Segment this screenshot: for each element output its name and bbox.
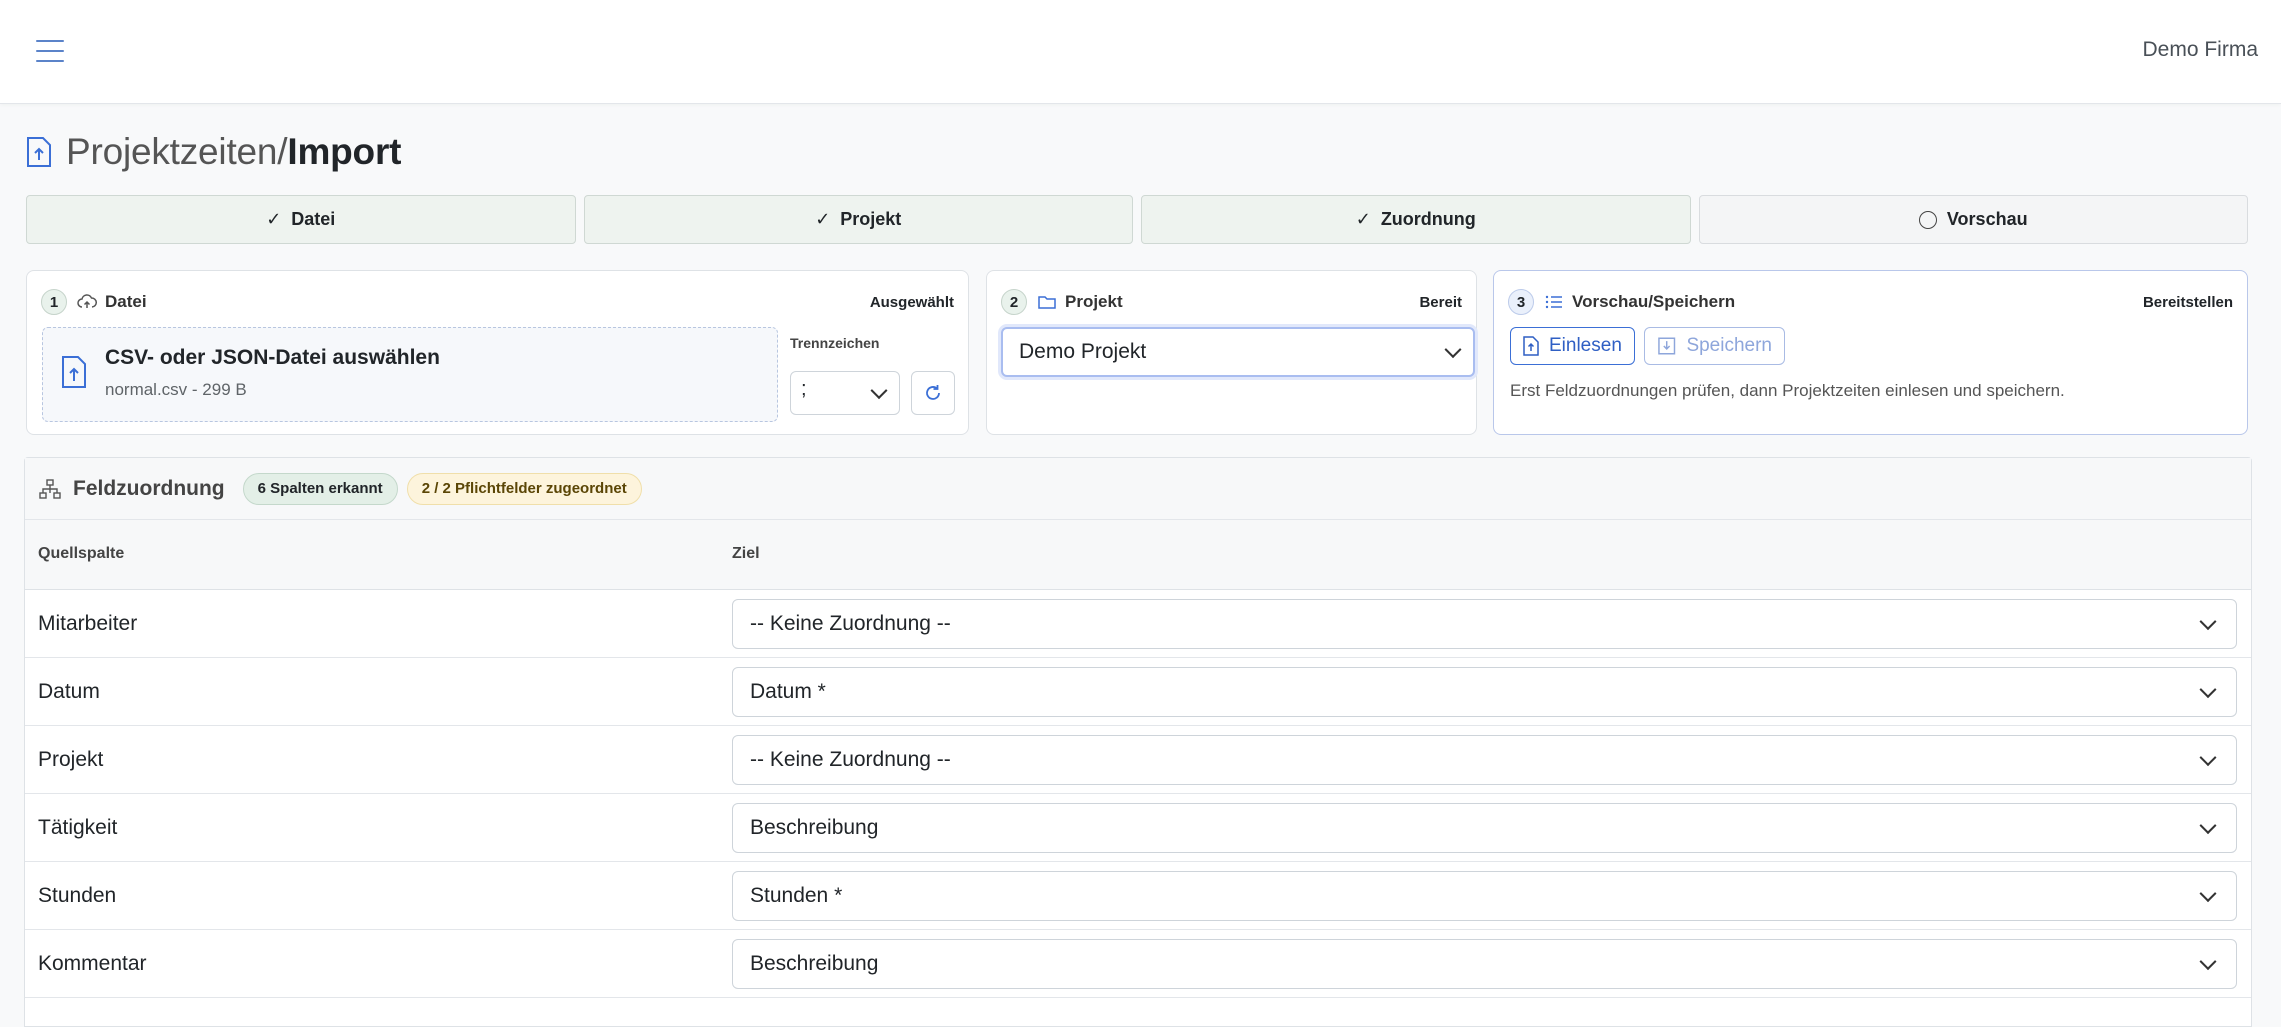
page-header: Projektzeiten/Import [26,130,401,174]
check-icon: ✓ [266,209,282,229]
target-field-select[interactable]: Beschreibung [732,939,2237,989]
file-upload-icon [62,356,86,388]
refresh-button[interactable] [911,371,955,415]
table-row: Stunden Stunden * [25,862,2251,930]
check-icon: ✓ [1355,209,1371,229]
status-badge: Ausgewählt [869,293,954,311]
dropzone-title: CSV- oder JSON-Datei auswählen [105,346,440,369]
chevron-down-icon [2199,885,2217,903]
column-header-source: Quellspalte [38,545,125,562]
columns-badge: 6 Spalten erkannt [242,472,398,505]
status-badge: Bereitstellen [2142,293,2233,311]
column-header-target: Ziel [732,545,760,562]
card-label: Datei [105,292,147,311]
company-name[interactable]: Demo Firma [2142,38,2258,62]
chevron-down-icon [2199,817,2217,835]
menu-icon[interactable] [36,38,66,64]
load-button[interactable]: Einlesen [1510,327,1635,365]
field-mapping-panel: Feldzuordnung 6 Spalten erkannt 2 / 2 Pf… [24,457,2252,1027]
chevron-down-icon [2199,953,2217,971]
page-title: Projektzeiten/Import [66,131,402,172]
table-row: Projekt -- Keine Zuordnung -- [25,726,2251,794]
separator-select[interactable]: ; [790,371,900,415]
source-column-name: Mitarbeiter [38,612,138,635]
step-zuordnung[interactable]: ✓ Zuordnung [1141,195,1691,244]
step-number: 2 [1001,289,1027,315]
target-field-select[interactable]: Datum * [732,667,2237,717]
table-row: Datum Datum * [25,658,2251,726]
source-column-name: Datum [38,680,100,703]
project-card: 2 Projekt Bereit Demo Projekt [986,270,1477,435]
chevron-down-icon [1444,341,1462,359]
folder-icon [1038,296,1056,309]
chevron-down-icon [2199,749,2217,767]
mapping-rows: Mitarbeiter -- Keine Zuordnung -- Datum Dat… [25,590,2251,998]
card-label: Vorschau/Speichern [1572,292,1736,311]
target-field-select[interactable]: -- Keine Zuordnung -- [732,599,2237,649]
target-field-select[interactable]: Stunden * [732,871,2237,921]
step-datei[interactable]: ✓ Datei [26,195,576,244]
circle-icon [1918,210,1937,229]
table-row: Tätigkeit Beschreibung [25,794,2251,862]
target-field-select[interactable]: -- Keine Zuordnung -- [732,735,2237,785]
project-select[interactable]: Demo Projekt [1001,327,1475,377]
source-column-name: Kommentar [38,952,147,975]
cloud-upload-icon [77,294,97,308]
separator-label: Trennzeichen [790,335,880,351]
save-button[interactable]: Speichern [1644,327,1785,365]
list-icon [1545,295,1562,309]
chevron-down-icon [870,382,888,400]
step-number: 1 [41,289,67,315]
file-upload-icon [1523,336,1539,356]
chevron-down-icon [2199,681,2217,699]
step-vorschau[interactable]: Vorschau [1698,195,2248,244]
sitemap-icon [39,478,61,499]
preview-card: 3 Vorschau/Speichern Bereitstellen Einle… [1493,270,2248,435]
source-column-name: Stunden [38,884,117,907]
section-title: Feldzuordnung [73,476,225,500]
file-dropzone[interactable]: CSV- oder JSON-Datei auswählen normal.cs… [42,327,778,422]
source-column-name: Projekt [38,748,104,771]
source-column-name: Tätigkeit [38,816,118,839]
hint-text: Erst Feldzuordnungen prüfen, dann Projek… [1510,381,2065,400]
target-field-select[interactable]: Beschreibung [732,803,2237,853]
table-row: Mitarbeiter -- Keine Zuordnung -- [25,590,2251,658]
file-upload-icon [27,137,51,167]
file-card: 1 Datei Ausgewählt CSV- oder JSON-Datei … [26,270,969,435]
selected-file-info: normal.csv - 299 B [105,380,247,399]
step-projekt[interactable]: ✓ Projekt [583,195,1133,244]
refresh-icon [926,385,940,400]
top-bar: Demo Firma [0,0,2281,104]
field-mapping-header: Feldzuordnung 6 Spalten erkannt 2 / 2 Pf… [25,458,2251,520]
wizard-stepper: ✓ Datei ✓ Projekt ✓ Zuordnung Vorschau [26,195,2248,244]
step-number: 3 [1508,289,1534,315]
table-row: Kommentar Beschreibung [25,930,2251,998]
download-icon [1658,337,1676,355]
status-badge: Bereit [1419,293,1462,311]
check-icon: ✓ [815,209,831,229]
chevron-down-icon [2199,613,2217,631]
required-fields-badge: 2 / 2 Pflichtfelder zugeordnet [406,472,642,505]
table-header: Quellspalte Ziel [25,520,2251,590]
card-label: Projekt [1065,292,1123,311]
